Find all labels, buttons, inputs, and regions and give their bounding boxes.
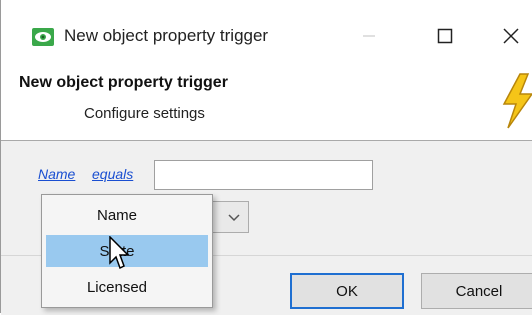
value-input[interactable] [154, 160, 373, 190]
dropdown-option-licensed[interactable]: Licensed [46, 271, 208, 303]
cancel-button[interactable]: Cancel [421, 273, 532, 309]
maximize-icon [437, 28, 453, 44]
close-button[interactable] [491, 22, 531, 50]
header-subtitle: Configure settings [84, 105, 205, 122]
close-icon [503, 28, 519, 44]
minimize-icon [363, 35, 375, 37]
minimize-button[interactable] [349, 22, 389, 50]
window-title: New object property trigger [64, 26, 269, 45]
wizard-header: New object property trigger Configure se… [1, 64, 532, 140]
header-title: New object property trigger [19, 74, 228, 91]
dropdown-option-name[interactable]: Name [46, 199, 208, 231]
chevron-down-icon [228, 214, 240, 222]
maximize-button[interactable] [425, 22, 465, 50]
lightning-bolt-icon [502, 73, 532, 129]
eye-icon [32, 28, 54, 46]
mouse-cursor-icon [109, 236, 129, 270]
dialog-frame: New object property trigger New object p… [0, 0, 532, 315]
title-bar: New object property trigger [1, 0, 532, 74]
property-link[interactable]: Name [38, 166, 75, 182]
operator-link[interactable]: equals [92, 166, 133, 182]
ok-button[interactable]: OK [290, 273, 404, 309]
